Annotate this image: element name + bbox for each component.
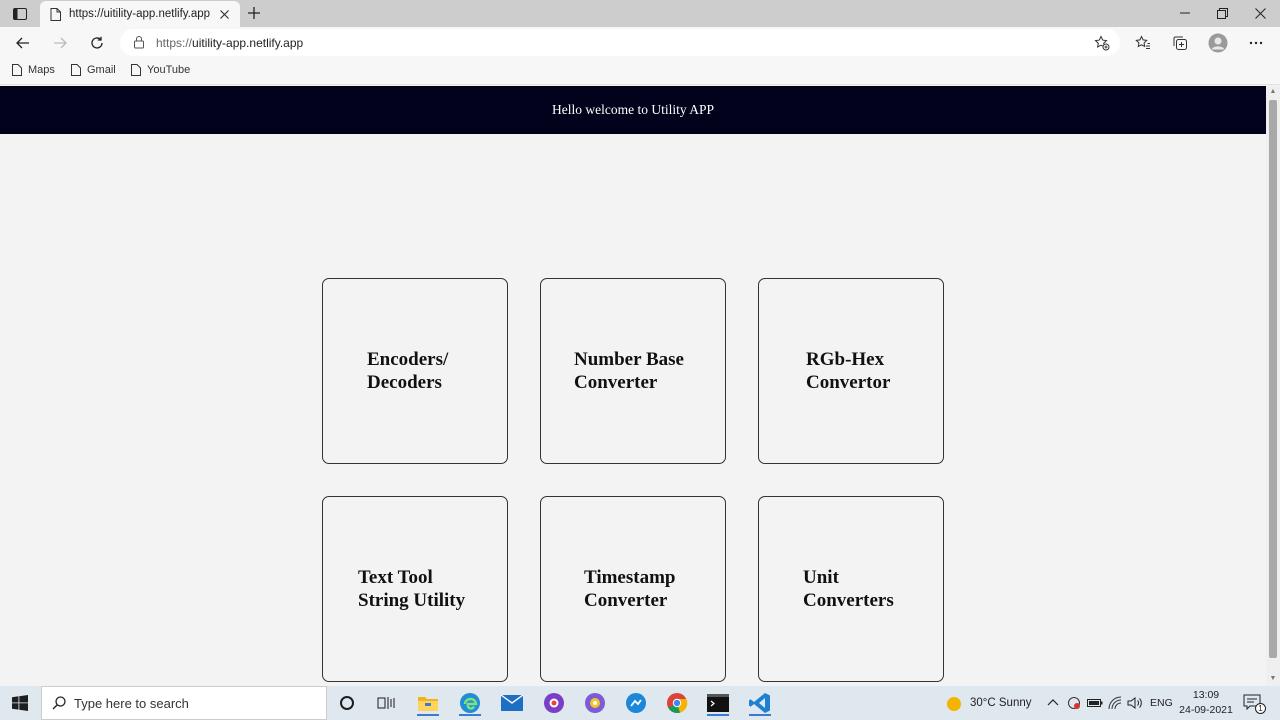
card-label: Encoders/Decoders (367, 349, 449, 393)
language-indicator[interactable]: ENG (1150, 697, 1173, 709)
mail-icon[interactable] (497, 690, 527, 716)
card-timestamp-converter[interactable]: Timestamp Converter (540, 496, 726, 682)
card-label: Text Tool String Utility (358, 567, 466, 611)
bookmark-gmail[interactable]: Gmail (71, 64, 116, 76)
taskbar-search-box[interactable]: Type here to search (41, 686, 327, 720)
restore-icon[interactable] (1203, 0, 1241, 26)
clock-time: 13:09 (1192, 689, 1220, 701)
card-text-tool-string-utility[interactable]: Text Tool String Utility (322, 496, 508, 682)
messenger-app-icon[interactable] (621, 690, 651, 716)
search-placeholder: Type here to search (74, 695, 189, 711)
add-favorite-star-icon[interactable] (1092, 33, 1112, 53)
vscode-icon[interactable] (745, 690, 775, 716)
url-field[interactable]: https://uitility-app.netlify.app (120, 29, 1120, 56)
vertical-scrollbar[interactable]: ▲ ▼ (1266, 86, 1280, 686)
close-window-icon[interactable] (1241, 0, 1279, 26)
media-app-icon[interactable] (580, 690, 610, 716)
security-icon[interactable] (1067, 696, 1081, 710)
card-label: Number Base Converter (574, 349, 684, 393)
page-icon (12, 64, 22, 76)
browser-tab[interactable]: https://uitility-app.netlify.app (40, 1, 240, 27)
scroll-up-arrow-icon[interactable]: ▲ (1269, 88, 1277, 96)
lock-icon[interactable] (132, 35, 146, 49)
sunny-weather-icon[interactable] (946, 696, 962, 712)
tab-title: https://uitility-app.netlify.app (69, 8, 211, 20)
favorites-icon[interactable] (1131, 31, 1155, 55)
chrome-icon[interactable] (662, 690, 692, 716)
minimize-icon[interactable] (1166, 0, 1204, 26)
file-explorer-icon[interactable] (413, 690, 443, 716)
close-tab-icon[interactable] (216, 6, 232, 22)
battery-icon[interactable] (1087, 697, 1103, 709)
tab-actions-icon[interactable] (10, 4, 30, 24)
page-content: Encoders/Decoders Number Base Converter R… (0, 134, 1266, 686)
card-label: Timestamp Converter (584, 567, 676, 611)
task-view-icon[interactable] (371, 690, 401, 716)
card-number-base-converter[interactable]: Number Base Converter (540, 278, 726, 464)
weather-text[interactable]: 30°C Sunny (970, 697, 1032, 709)
more-options-icon[interactable] (1244, 31, 1268, 55)
bookmark-maps[interactable]: Maps (12, 64, 55, 76)
bookmarks-bar: Maps Gmail YouTube (0, 58, 1280, 85)
card-unit-converters[interactable]: Unit Converters (758, 496, 944, 682)
photo-editor-icon[interactable] (539, 690, 569, 716)
windows-start-icon[interactable] (0, 686, 40, 720)
bookmark-youtube[interactable]: YouTube (131, 64, 190, 76)
url-text: https://uitility-app.netlify.app (156, 36, 304, 50)
page-header: Hello welcome to Utility APP (0, 86, 1266, 134)
volume-icon[interactable] (1127, 696, 1143, 710)
scroll-down-arrow-icon[interactable]: ▼ (1269, 675, 1277, 683)
terminal-icon[interactable] (703, 690, 733, 716)
page-icon (71, 64, 81, 76)
welcome-text: Hello welcome to Utility APP (552, 102, 714, 117)
forward-arrow-icon[interactable] (48, 31, 72, 55)
search-icon (52, 696, 66, 710)
card-encoders-decoders[interactable]: Encoders/Decoders (322, 278, 508, 464)
card-label: RGb-Hex Convertor (806, 349, 891, 393)
show-hidden-icons-chevron-icon[interactable] (1047, 698, 1059, 706)
clock[interactable]: 13:09 24-09-2021 (1176, 688, 1236, 718)
windows-taskbar: Type here to search 30°C Sunny ENG 13:09… (0, 686, 1280, 720)
card-label: Unit Converters (803, 567, 894, 611)
new-tab-plus-icon[interactable] (244, 3, 264, 23)
scroll-thumb[interactable] (1269, 100, 1277, 658)
back-arrow-icon[interactable] (11, 31, 35, 55)
refresh-icon[interactable] (85, 31, 109, 55)
clock-date: 24-09-2021 (1179, 704, 1233, 716)
notification-badge: 1 (1255, 703, 1266, 714)
profile-avatar-icon[interactable] (1206, 31, 1230, 55)
page-icon (131, 64, 141, 76)
collections-icon[interactable] (1168, 31, 1192, 55)
edge-browser-icon[interactable] (455, 690, 485, 716)
cortana-circle-icon[interactable] (332, 690, 362, 716)
tab-bar: https://uitility-app.netlify.app (0, 0, 1280, 27)
notifications-icon[interactable]: 1 (1243, 694, 1266, 714)
address-bar: https://uitility-app.netlify.app (0, 27, 1280, 58)
wifi-icon[interactable] (1108, 696, 1122, 710)
page-icon (50, 7, 61, 21)
card-rgb-hex-convertor[interactable]: RGb-Hex Convertor (758, 278, 944, 464)
